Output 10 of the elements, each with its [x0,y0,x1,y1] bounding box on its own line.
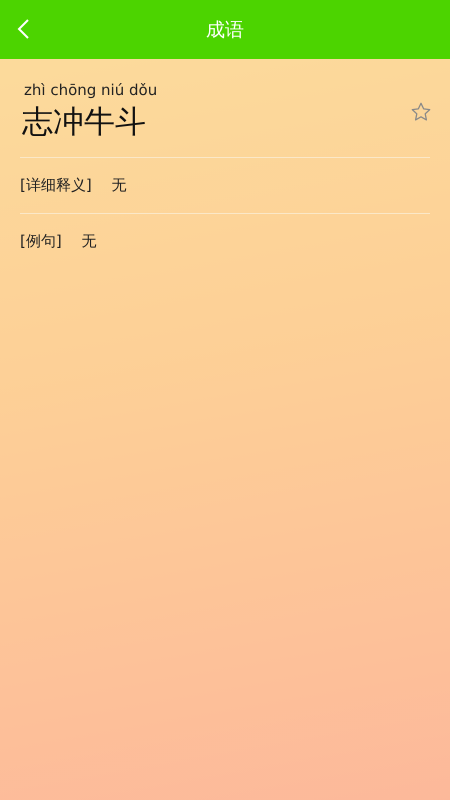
field-value: 无 [82,232,97,251]
field-label: [详细释义] [20,176,92,195]
field-label: [例句] [20,232,62,251]
favorite-button[interactable] [410,101,432,123]
back-icon [16,18,30,40]
idiom-text: 志冲牛斗 [22,103,147,142]
screen-title: 成语 [206,18,244,42]
field-value: 无 [112,176,127,195]
pinyin-text: zhì chōng niú dǒu [23,81,158,99]
star-icon [410,101,432,123]
